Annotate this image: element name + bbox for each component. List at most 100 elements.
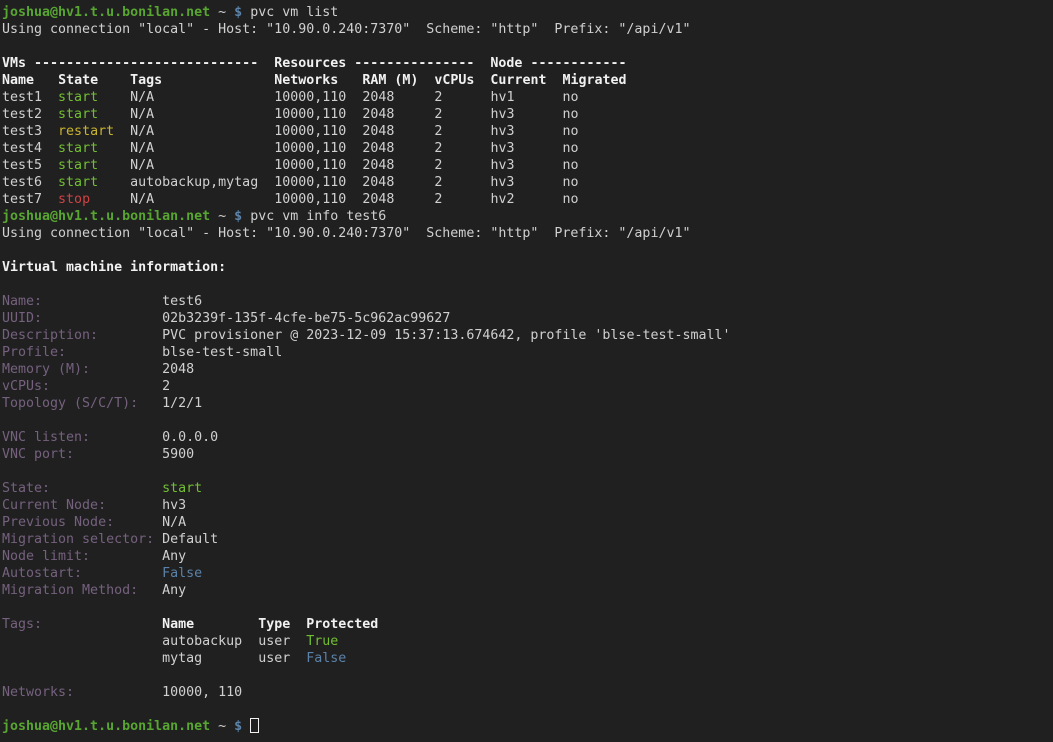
section-divider: ---------------------------- [34, 56, 258, 71]
vm-info-field: Name: test6 [2, 293, 1053, 310]
tag-name-cell: autobackup [162, 634, 242, 649]
vm-tags-cell: autobackup,mytag [130, 175, 258, 190]
column-header: Networks [274, 73, 338, 88]
vm-migrated-cell: no [563, 192, 579, 207]
vm-info-field: Node limit: Any [2, 548, 1053, 565]
vm-ram-cell: 2048 [362, 141, 394, 156]
vm-info-field: Profile: blse-test-small [2, 344, 1053, 361]
vm-current-node-cell: hv3 [490, 158, 514, 173]
vm-state-cell: stop [58, 192, 90, 207]
vm-info-title: Virtual machine information: [2, 259, 1053, 276]
vm-info-title-text: Virtual machine information: [2, 260, 226, 275]
tags-table-header: Tags: Name Type Protected [2, 616, 1053, 633]
tag-name-cell: mytag [162, 651, 202, 666]
vm-info-field: Description: PVC provisioner @ 2023-12-0… [2, 327, 1053, 344]
vm-vcpus-cell: 2 [434, 141, 442, 156]
section-node: Node [490, 56, 522, 71]
info-label: Networks: [2, 685, 74, 700]
info-value: N/A [162, 515, 186, 530]
vm-vcpus-cell: 2 [434, 90, 442, 105]
vm-networks-cell: 10000,110 [274, 90, 346, 105]
prompt-user-host: joshua@hv1.t.u.bonilan.net [2, 719, 210, 734]
vm-name-cell: test5 [2, 158, 42, 173]
terminal-screen[interactable]: joshua@hv1.t.u.bonilan.net ~ $ pvc vm li… [0, 0, 1053, 735]
info-value: Any [162, 583, 186, 598]
vm-state-cell: start [58, 90, 98, 105]
vm-networks-cell: 10000,110 [274, 141, 346, 156]
tag-type-cell: user [258, 651, 290, 666]
vm-list-row: test6 start autobackup,mytag 10000,110 2… [2, 174, 1053, 191]
vm-name-cell: test2 [2, 107, 42, 122]
connection-status-text: Using connection "local" - Host: "10.90.… [2, 22, 690, 37]
vm-ram-cell: 2048 [362, 90, 394, 105]
section-divider: --------------- [354, 56, 474, 71]
vm-tags-cell: N/A [130, 158, 154, 173]
vm-tags-cell: N/A [130, 124, 154, 139]
vm-list-column-header: Name State Tags Networks RAM (M) vCPUs C… [2, 72, 1053, 89]
info-value: Any [162, 549, 186, 564]
info-label: Description: [2, 328, 98, 343]
vm-info-field: UUID: 02b3239f-135f-4cfe-be75-5c962ac996… [2, 310, 1053, 327]
vm-info-field: Migration Method: Any [2, 582, 1053, 599]
column-header: Name [162, 617, 194, 632]
vm-migrated-cell: no [563, 124, 579, 139]
shell-prompt-cursor-line: joshua@hv1.t.u.bonilan.net ~ $ [2, 718, 1053, 735]
vm-vcpus-cell: 2 [434, 107, 442, 122]
info-value: test6 [162, 294, 202, 309]
vm-list-row: test4 start N/A 10000,110 2048 2 hv3 no [2, 140, 1053, 157]
info-label: Profile: [2, 345, 66, 360]
vm-ram-cell: 2048 [362, 158, 394, 173]
info-label: VNC listen: [2, 430, 90, 445]
column-header: State [58, 73, 98, 88]
connection-status-line: Using connection "local" - Host: "10.90.… [2, 21, 1053, 38]
info-value: 0.0.0.0 [162, 430, 218, 445]
blank-line [2, 701, 1053, 718]
section-divider: ------------ [530, 56, 626, 71]
terminal-cursor [250, 718, 259, 733]
vm-migrated-cell: no [563, 90, 579, 105]
blank-line [2, 463, 1053, 480]
info-value: 10000, 110 [162, 685, 242, 700]
tag-protected-cell: True [306, 634, 338, 649]
blank-line [2, 38, 1053, 55]
vm-state-cell: start [58, 175, 98, 190]
vm-tags-cell: N/A [130, 141, 154, 156]
vm-list-section-header: VMs ---------------------------- Resourc… [2, 55, 1053, 72]
vm-vcpus-cell: 2 [434, 192, 442, 207]
vm-info-field: VNC port: 5900 [2, 446, 1053, 463]
vm-tags-cell: N/A [130, 192, 154, 207]
column-header: RAM (M) [362, 73, 418, 88]
vm-state-cell: start [58, 158, 98, 173]
networks-field: Networks: 10000, 110 [2, 684, 1053, 701]
column-header: vCPUs [434, 73, 474, 88]
prompt-symbol: $ [234, 209, 242, 224]
info-label: Topology (S/C/T): [2, 396, 138, 411]
vm-info-field: VNC listen: 0.0.0.0 [2, 429, 1053, 446]
vm-info-field: Autostart: False [2, 565, 1053, 582]
section-vms: VMs [2, 56, 26, 71]
vm-ram-cell: 2048 [362, 192, 394, 207]
info-value: 5900 [162, 447, 194, 462]
vm-migrated-cell: no [563, 141, 579, 156]
vm-tags-cell: N/A [130, 107, 154, 122]
info-label: Node limit: [2, 549, 90, 564]
info-label: VNC port: [2, 447, 74, 462]
vm-tags-cell: N/A [130, 90, 154, 105]
tag-protected-cell: False [306, 651, 346, 666]
column-header: Current [490, 73, 546, 88]
prompt-cwd: ~ [210, 5, 234, 20]
prompt-cwd: ~ [210, 209, 234, 224]
vm-networks-cell: 10000,110 [274, 192, 346, 207]
info-label: Autostart: [2, 566, 82, 581]
shell-prompt-line: joshua@hv1.t.u.bonilan.net ~ $ pvc vm in… [2, 208, 1053, 225]
info-label: Name: [2, 294, 42, 309]
command-text: pvc vm list [242, 5, 338, 20]
vm-state-cell: start [58, 141, 98, 156]
vm-list-row: test3 restart N/A 10000,110 2048 2 hv3 n… [2, 123, 1053, 140]
info-value: hv3 [162, 498, 186, 513]
info-value: 2048 [162, 362, 194, 377]
vm-vcpus-cell: 2 [434, 158, 442, 173]
vm-ram-cell: 2048 [362, 124, 394, 139]
vm-name-cell: test4 [2, 141, 42, 156]
vm-migrated-cell: no [563, 175, 579, 190]
